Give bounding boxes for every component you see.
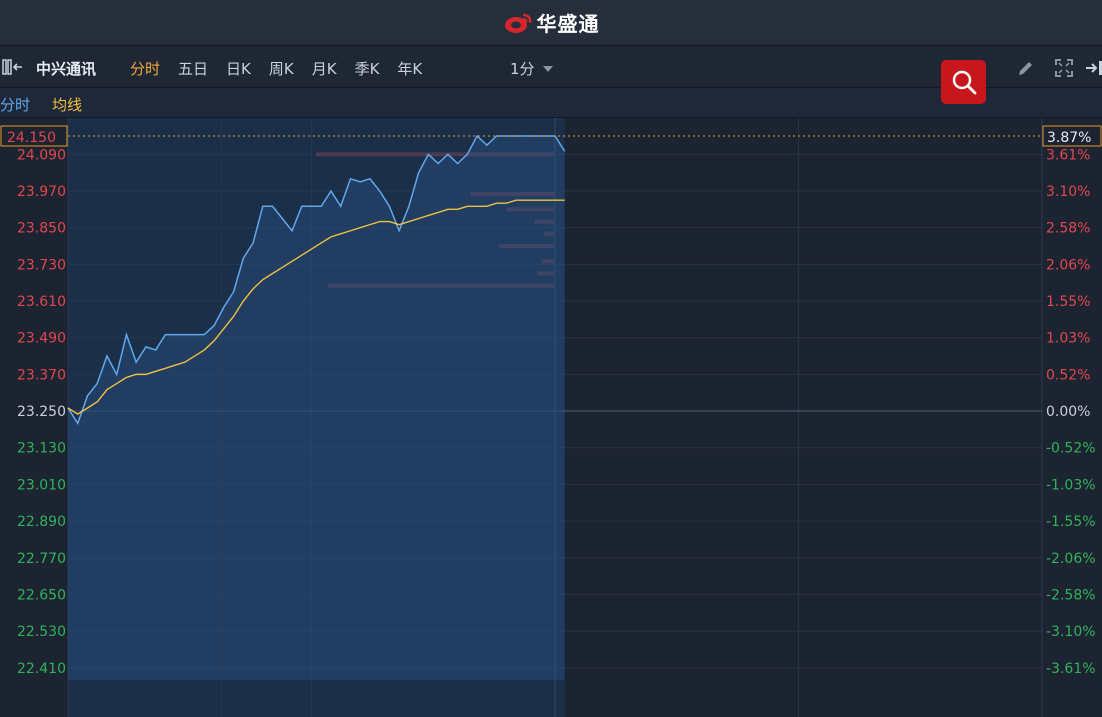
brand-logo-icon <box>504 13 531 33</box>
stock-name: 中兴通讯 <box>36 60 97 78</box>
search-button[interactable] <box>941 60 986 104</box>
current-price-label: 24.150 <box>7 130 56 146</box>
chevron-down-icon <box>542 65 553 72</box>
y-tick-label-left: 22.770 <box>17 551 66 567</box>
tab-five-day[interactable]: 五日 <box>178 58 208 79</box>
tab-monthly-k[interactable]: 月K <box>312 58 337 79</box>
y-tick-label-left: 23.130 <box>17 441 66 457</box>
intraday-chart: 24.090 3.61% 23.970 3.10% 23.850 2.58% 23.730 2… <box>0 118 1102 717</box>
legend-bar: 分时 均线 <box>0 88 1102 118</box>
y-tick-label-left: 23.370 <box>17 367 66 383</box>
tab-daily-k[interactable]: 日K <box>226 58 251 79</box>
y-tick-label-left: 23.010 <box>17 477 66 493</box>
y-tick-label-right: -1.55% <box>1046 514 1096 530</box>
y-tick-label-right: 0.52% <box>1046 367 1090 383</box>
y-tick-label-left: 23.250 <box>17 404 66 420</box>
search-icon <box>952 70 976 95</box>
y-tick-label-right: -2.06% <box>1046 551 1096 567</box>
tab-intraday[interactable]: 分时 <box>130 58 160 79</box>
current-change-label: 3.87% <box>1047 130 1091 146</box>
chart-toolbar: 中兴通讯 分时 五日 日K 周K 月K 季K 年K 1分 <box>0 46 1102 88</box>
y-tick-label-left: 23.610 <box>17 294 66 310</box>
tab-quarterly-k[interactable]: 季K <box>355 58 380 79</box>
y-tick-label-left: 22.410 <box>17 661 66 677</box>
y-tick-label-right: -1.03% <box>1046 477 1096 493</box>
y-tick-label-left: 24.090 <box>17 147 66 163</box>
period-tabs: 分时 五日 日K 周K 月K 季K 年K <box>130 58 440 79</box>
brand: 华盛通 <box>503 8 600 37</box>
y-tick-label-right: 3.10% <box>1046 184 1090 200</box>
fullscreen-icon[interactable] <box>1054 58 1074 78</box>
y-tick-label-right: -2.58% <box>1046 587 1096 603</box>
y-tick-label-left: 22.650 <box>17 587 66 603</box>
y-tick-label-left: 22.890 <box>17 514 66 530</box>
tab-yearly-k[interactable]: 年K <box>397 58 422 79</box>
y-tick-label-right: -3.61% <box>1046 661 1096 677</box>
pencil-icon[interactable] <box>1016 58 1036 78</box>
legend-price-line[interactable]: 分时 <box>0 94 30 115</box>
interval-dropdown[interactable]: 1分 <box>510 58 553 79</box>
y-tick-label-right: -0.52% <box>1046 441 1096 457</box>
y-tick-label-left: 23.850 <box>17 221 66 237</box>
y-tick-label-right: 1.55% <box>1046 294 1090 310</box>
y-tick-label-right: 1.03% <box>1046 331 1090 347</box>
chart-canvas[interactable]: 24.090 3.61% 23.970 3.10% 23.850 2.58% 23.730 2… <box>0 118 1102 717</box>
y-tick-label-right: 0.00% <box>1046 404 1090 420</box>
y-tick-label-right: 2.06% <box>1046 257 1090 273</box>
y-tick-label-right: 3.61% <box>1046 147 1090 163</box>
y-tick-label-right: 2.58% <box>1046 221 1090 237</box>
legend-average-line[interactable]: 均线 <box>52 94 82 115</box>
app-header: 华盛通 <box>0 0 1102 46</box>
interval-value: 1分 <box>510 60 535 78</box>
y-tick-label-left: 23.970 <box>17 184 66 200</box>
collapse-sidebar-icon[interactable] <box>2 58 24 76</box>
y-tick-label-left: 23.490 <box>17 331 66 347</box>
expand-panel-icon[interactable] <box>1084 58 1102 78</box>
y-tick-label-left: 23.730 <box>17 257 66 273</box>
brand-name: 华盛通 <box>536 12 600 36</box>
y-tick-label-left: 22.530 <box>17 624 66 640</box>
tab-weekly-k[interactable]: 周K <box>269 58 294 79</box>
y-tick-label-right: -3.10% <box>1046 624 1096 640</box>
